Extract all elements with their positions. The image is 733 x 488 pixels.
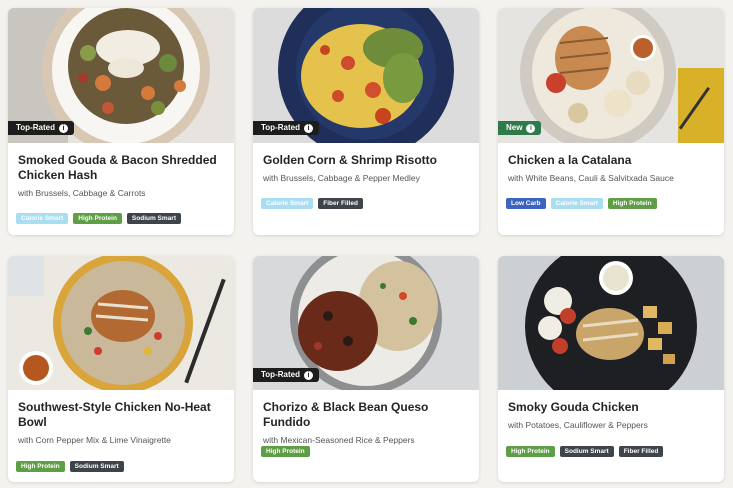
badge-label: Top-Rated — [261, 123, 300, 132]
tag-calorie-smart: Calorie Smart — [16, 213, 69, 224]
meal-photo[interactable] — [8, 256, 234, 390]
meal-title[interactable]: Golden Corn & Shrimp Risotto — [263, 153, 469, 168]
tag-high-protein: High Protein — [73, 213, 122, 224]
meal-grid: Top-Rated i Smoked Gouda & Bacon Shredde… — [0, 0, 733, 488]
top-rated-badge[interactable]: Top-Rated i — [8, 121, 74, 135]
tag-high-protein: High Protein — [506, 446, 555, 457]
meal-card[interactable]: Top-Rated i Golden Corn & Shrimp Risotto… — [253, 8, 479, 235]
meal-card[interactable]: Top-Rated i Smoked Gouda & Bacon Shredde… — [8, 8, 234, 235]
tag-low-carb: Low Carb — [506, 198, 546, 209]
tag-sodium-smart: Sodium Smart — [559, 446, 614, 457]
tag-high-protein: High Protein — [607, 198, 657, 209]
meal-subtitle: with Potatoes, Cauliflower & Peppers — [508, 420, 648, 430]
meal-title[interactable]: Smoky Gouda Chicken — [508, 400, 714, 415]
tag-calorie-smart: Calorie Smart — [261, 198, 314, 209]
badge-label: New — [506, 123, 523, 132]
meal-tags: Low Carb Calorie Smart High Protein — [506, 198, 657, 209]
info-icon: i — [303, 370, 313, 380]
info-icon: i — [58, 123, 68, 133]
top-rated-badge[interactable]: Top-Rated i — [253, 121, 319, 135]
badge-label: Top-Rated — [261, 370, 300, 379]
tag-fiber-filled: Fiber Filled — [618, 446, 664, 457]
tag-high-protein: High Protein — [261, 446, 310, 457]
meal-title[interactable]: Chorizo & Black Bean Queso Fundido — [263, 400, 469, 430]
new-badge[interactable]: New i — [498, 121, 542, 135]
badge-label: Top-Rated — [16, 123, 55, 132]
meal-subtitle: with Brussels, Cabbage & Carrots — [18, 188, 146, 198]
meal-photo[interactable]: Top-Rated i — [253, 8, 479, 143]
tag-sodium-smart: Sodium Smart — [126, 213, 181, 224]
meal-subtitle: with Corn Pepper Mix & Lime Vinaigrette — [18, 435, 171, 445]
meal-tags: High Protein Sodium Smart Fiber Filled — [506, 446, 664, 457]
meal-tags: High Protein Sodium Smart — [16, 461, 124, 472]
meal-photo[interactable] — [498, 256, 724, 390]
meal-subtitle: with White Beans, Cauli & Salvitxada Sau… — [508, 173, 674, 183]
meal-tags: Calorie Smart High Protein Sodium Smart — [16, 213, 181, 224]
meal-tags: Calorie Smart Fiber Filled — [261, 198, 363, 209]
meal-title[interactable]: Smoked Gouda & Bacon Shredded Chicken Ha… — [18, 153, 224, 183]
tag-fiber-filled: Fiber Filled — [318, 198, 363, 209]
meal-photo[interactable]: Top-Rated i — [8, 8, 234, 143]
meal-title[interactable]: Chicken a la Catalana — [508, 153, 714, 168]
meal-card[interactable]: Smoky Gouda Chicken with Potatoes, Cauli… — [498, 256, 724, 482]
meal-card[interactable]: Southwest-Style Chicken No-Heat Bowl wit… — [8, 256, 234, 482]
tag-high-protein: High Protein — [16, 461, 65, 472]
meal-photo[interactable]: New i — [498, 8, 724, 143]
meal-photo[interactable]: Top-Rated i — [253, 256, 479, 390]
meal-title[interactable]: Southwest-Style Chicken No-Heat Bowl — [18, 400, 224, 430]
meal-photo-image — [525, 256, 697, 390]
info-icon: i — [303, 123, 313, 133]
meal-card[interactable]: Top-Rated i Chorizo & Black Bean Queso F… — [253, 256, 479, 482]
info-icon: i — [526, 123, 536, 133]
tag-calorie-smart: Calorie Smart — [550, 198, 603, 209]
tag-sodium-smart: Sodium Smart — [69, 461, 124, 472]
top-rated-badge[interactable]: Top-Rated i — [253, 368, 319, 382]
meal-subtitle: with Mexican-Seasoned Rice & Peppers — [263, 435, 415, 445]
meal-card[interactable]: New i Chicken a la Catalana with White B… — [498, 8, 724, 235]
meal-photo-image — [8, 256, 226, 390]
meal-subtitle: with Brussels, Cabbage & Pepper Medley — [263, 173, 420, 183]
meal-tags: High Protein — [261, 446, 310, 457]
